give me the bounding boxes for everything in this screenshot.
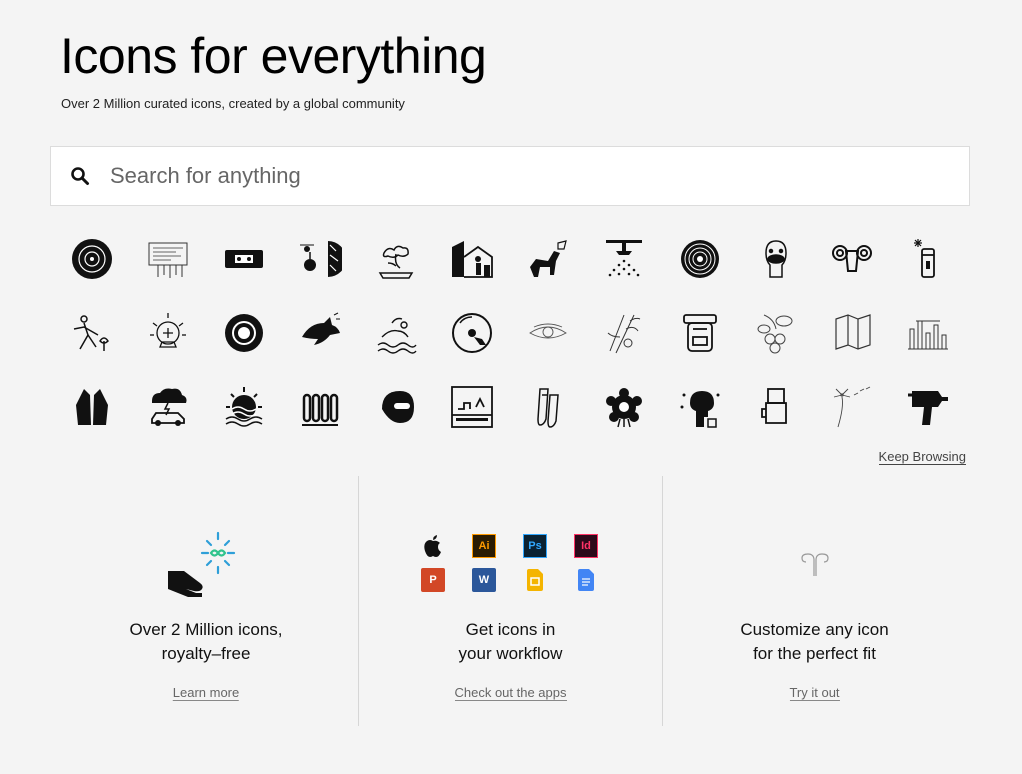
feature-workflow: Ai Ps Id P W Get icons in your workflow C… bbox=[358, 476, 662, 726]
dog-barking-icon[interactable] bbox=[510, 222, 586, 296]
feature-title: Get icons in your workflow bbox=[458, 620, 563, 663]
radiator-icon[interactable] bbox=[282, 370, 358, 444]
glue-gun-icon[interactable] bbox=[890, 370, 966, 444]
vhs-tape-icon[interactable] bbox=[206, 222, 282, 296]
app-icons: Ai Ps Id P W bbox=[421, 533, 600, 592]
tire-pressure-icon[interactable] bbox=[282, 222, 358, 296]
apple-icon[interactable] bbox=[421, 534, 445, 558]
cd-music-icon[interactable] bbox=[434, 296, 510, 370]
praying-hands-icon[interactable] bbox=[54, 370, 130, 444]
map-icon[interactable] bbox=[814, 296, 890, 370]
illustrator-icon[interactable]: Ai bbox=[472, 533, 496, 558]
brain-tree-icon[interactable] bbox=[662, 370, 738, 444]
try-it-out-link[interactable]: Try it out bbox=[789, 685, 840, 701]
icon-grid bbox=[54, 222, 966, 444]
billboard-icon[interactable] bbox=[434, 370, 510, 444]
eye-icon[interactable] bbox=[510, 296, 586, 370]
word-icon[interactable]: W bbox=[472, 567, 496, 592]
gardener-icon[interactable] bbox=[54, 296, 130, 370]
customize-icon bbox=[663, 510, 966, 620]
hand-infinity-icon bbox=[54, 510, 358, 620]
ram-head-icon[interactable] bbox=[814, 222, 890, 296]
bamboo-icon[interactable] bbox=[586, 296, 662, 370]
feature-title: Customize any icon for the perfect fit bbox=[740, 620, 889, 663]
check-out-apps-link[interactable]: Check out the apps bbox=[454, 685, 567, 701]
powerpoint-icon[interactable]: P bbox=[421, 567, 445, 592]
thunderstorm-car-icon[interactable] bbox=[130, 370, 206, 444]
sun-waves-icon[interactable] bbox=[206, 370, 282, 444]
photoshop-icon[interactable]: Ps bbox=[523, 533, 547, 558]
ruins-icon[interactable] bbox=[890, 296, 966, 370]
tire-icon[interactable] bbox=[206, 296, 282, 370]
pinata-icon[interactable] bbox=[586, 370, 662, 444]
crystal-ball-icon[interactable] bbox=[130, 296, 206, 370]
feature-title: Over 2 Million icons, royalty–free bbox=[129, 620, 283, 663]
bonsai-icon[interactable] bbox=[358, 222, 434, 296]
google-slides-icon[interactable] bbox=[523, 568, 547, 592]
learn-more-link[interactable]: Learn more bbox=[172, 685, 240, 701]
search-icon[interactable] bbox=[70, 166, 90, 186]
feature-customize: Customize any icon for the perfect fit Tr… bbox=[662, 476, 966, 726]
house-painter-icon[interactable] bbox=[434, 222, 510, 296]
helmet-icon[interactable] bbox=[358, 370, 434, 444]
keep-browsing-link[interactable]: Keep Browsing bbox=[878, 449, 966, 465]
tree-rings-icon[interactable] bbox=[662, 222, 738, 296]
swimmer-icon[interactable] bbox=[358, 296, 434, 370]
feature-royalty-free: Over 2 Million icons, royalty–free Learn … bbox=[54, 476, 358, 726]
search-input[interactable] bbox=[110, 163, 930, 189]
berries-icon[interactable] bbox=[738, 296, 814, 370]
page-subtitle: Over 2 Million curated icons, created by… bbox=[61, 96, 405, 111]
flashlight-icon[interactable] bbox=[890, 222, 966, 296]
shark-wave-icon[interactable] bbox=[282, 296, 358, 370]
hay-bale-icon[interactable] bbox=[54, 222, 130, 296]
sprinkler-icon[interactable] bbox=[586, 222, 662, 296]
duck-head-icon[interactable] bbox=[738, 222, 814, 296]
indesign-icon[interactable]: Id bbox=[574, 533, 598, 558]
receipt-icon[interactable] bbox=[130, 222, 206, 296]
features-section: Over 2 Million icons, royalty–free Learn … bbox=[54, 476, 966, 726]
dandelion-icon[interactable] bbox=[814, 370, 890, 444]
google-docs-icon[interactable] bbox=[574, 568, 598, 592]
search-bar[interactable] bbox=[50, 146, 970, 206]
coffee-filter-icon[interactable] bbox=[738, 370, 814, 444]
ballet-shoes-icon[interactable] bbox=[510, 370, 586, 444]
page-title: Icons for everything bbox=[60, 28, 487, 84]
hiking-backpack-icon[interactable] bbox=[662, 296, 738, 370]
